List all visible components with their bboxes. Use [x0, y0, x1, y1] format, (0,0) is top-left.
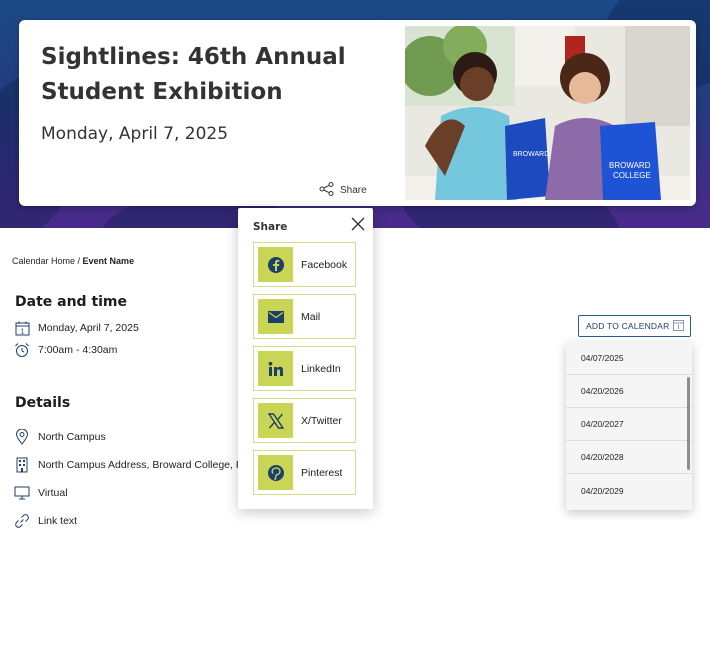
- breadcrumb-home-link[interactable]: Calendar Home: [12, 256, 75, 266]
- calendar-dates-dropdown: 04/07/2025 04/20/2026 04/20/2027 04/20/2…: [566, 342, 692, 510]
- calendar-date-option[interactable]: 04/20/2029: [566, 474, 692, 507]
- virtual-text: Virtual: [38, 487, 68, 499]
- event-time-row: 7:00am - 4:30am: [14, 342, 117, 358]
- share-option-label: LinkedIn: [301, 362, 341, 375]
- share-option-label: X/Twitter: [301, 414, 342, 427]
- close-icon[interactable]: [350, 216, 366, 232]
- building-icon: [14, 457, 30, 473]
- event-date: Monday, April 7, 2025: [41, 124, 229, 144]
- svg-text:1: 1: [20, 328, 24, 335]
- event-time-text: 7:00am - 4:30am: [38, 344, 118, 356]
- share-option-label: Mail: [301, 310, 321, 323]
- link-icon: [14, 513, 30, 529]
- alarm-clock-icon: [14, 342, 30, 358]
- x-twitter-icon: [258, 403, 293, 438]
- svg-text:COLLEGE: COLLEGE: [613, 171, 651, 180]
- share-option-label: Pinterest: [301, 466, 343, 479]
- share-mail-button[interactable]: Mail: [253, 294, 356, 339]
- add-to-calendar-label: ADD TO CALENDAR: [586, 321, 670, 331]
- event-date-row: 1 Monday, April 7, 2025: [14, 320, 139, 336]
- share-popup-title: Share: [253, 221, 288, 233]
- monitor-icon: [14, 485, 30, 501]
- calendar-date-option[interactable]: 04/20/2027: [566, 408, 692, 441]
- calendar-date-option[interactable]: 04/20/2028: [566, 441, 692, 474]
- mail-icon: [258, 299, 293, 334]
- add-to-calendar-button[interactable]: ADD TO CALENDAR: [578, 315, 691, 337]
- linkedin-icon: [258, 351, 293, 386]
- campus-text: North Campus: [38, 431, 106, 443]
- address-text: North Campus Address, Broward College, F: [38, 459, 243, 471]
- share-popup: Share Facebook Mail LinkedIn X/Twitter P…: [238, 208, 373, 509]
- share-x-twitter-button[interactable]: X/Twitter: [253, 398, 356, 443]
- calendar-add-icon: [673, 319, 684, 333]
- campus-row: North Campus: [14, 429, 106, 445]
- share-label: Share: [340, 185, 367, 196]
- calendar-icon: 1: [14, 320, 30, 336]
- share-button[interactable]: Share: [319, 182, 367, 199]
- facebook-icon: [258, 247, 293, 282]
- breadcrumb: Calendar Home / Event Name: [12, 256, 134, 266]
- event-hero-card: Sightlines: 46th Annual Student Exhibiti…: [19, 20, 696, 206]
- pinterest-icon: [258, 455, 293, 490]
- share-linkedin-button[interactable]: LinkedIn: [253, 346, 356, 391]
- calendar-date-option[interactable]: 04/07/2025: [566, 342, 692, 375]
- event-title: Sightlines: 46th Annual Student Exhibiti…: [41, 44, 346, 105]
- svg-text:BROWARD: BROWARD: [513, 151, 549, 158]
- location-pin-icon: [14, 429, 30, 445]
- share-icon: [319, 182, 334, 199]
- share-option-label: Facebook: [301, 258, 348, 271]
- svg-text:BROWARD: BROWARD: [609, 161, 651, 170]
- breadcrumb-separator: /: [75, 256, 83, 266]
- event-date-text: Monday, April 7, 2025: [38, 322, 139, 334]
- event-photo: BROWARD BROWARD COLLEGE: [405, 26, 690, 200]
- breadcrumb-current: Event Name: [82, 256, 135, 266]
- address-row: North Campus Address, Broward College, F: [14, 457, 242, 473]
- link-text[interactable]: Link text: [38, 515, 77, 527]
- scrollbar[interactable]: [687, 377, 690, 470]
- share-facebook-button[interactable]: Facebook: [253, 242, 356, 287]
- virtual-row: Virtual: [14, 485, 68, 501]
- details-heading: Details: [15, 395, 71, 411]
- calendar-date-option[interactable]: 04/20/2026: [566, 375, 692, 408]
- date-time-heading: Date and time: [15, 294, 128, 310]
- link-row[interactable]: Link text: [14, 513, 77, 529]
- share-pinterest-button[interactable]: Pinterest: [253, 450, 356, 495]
